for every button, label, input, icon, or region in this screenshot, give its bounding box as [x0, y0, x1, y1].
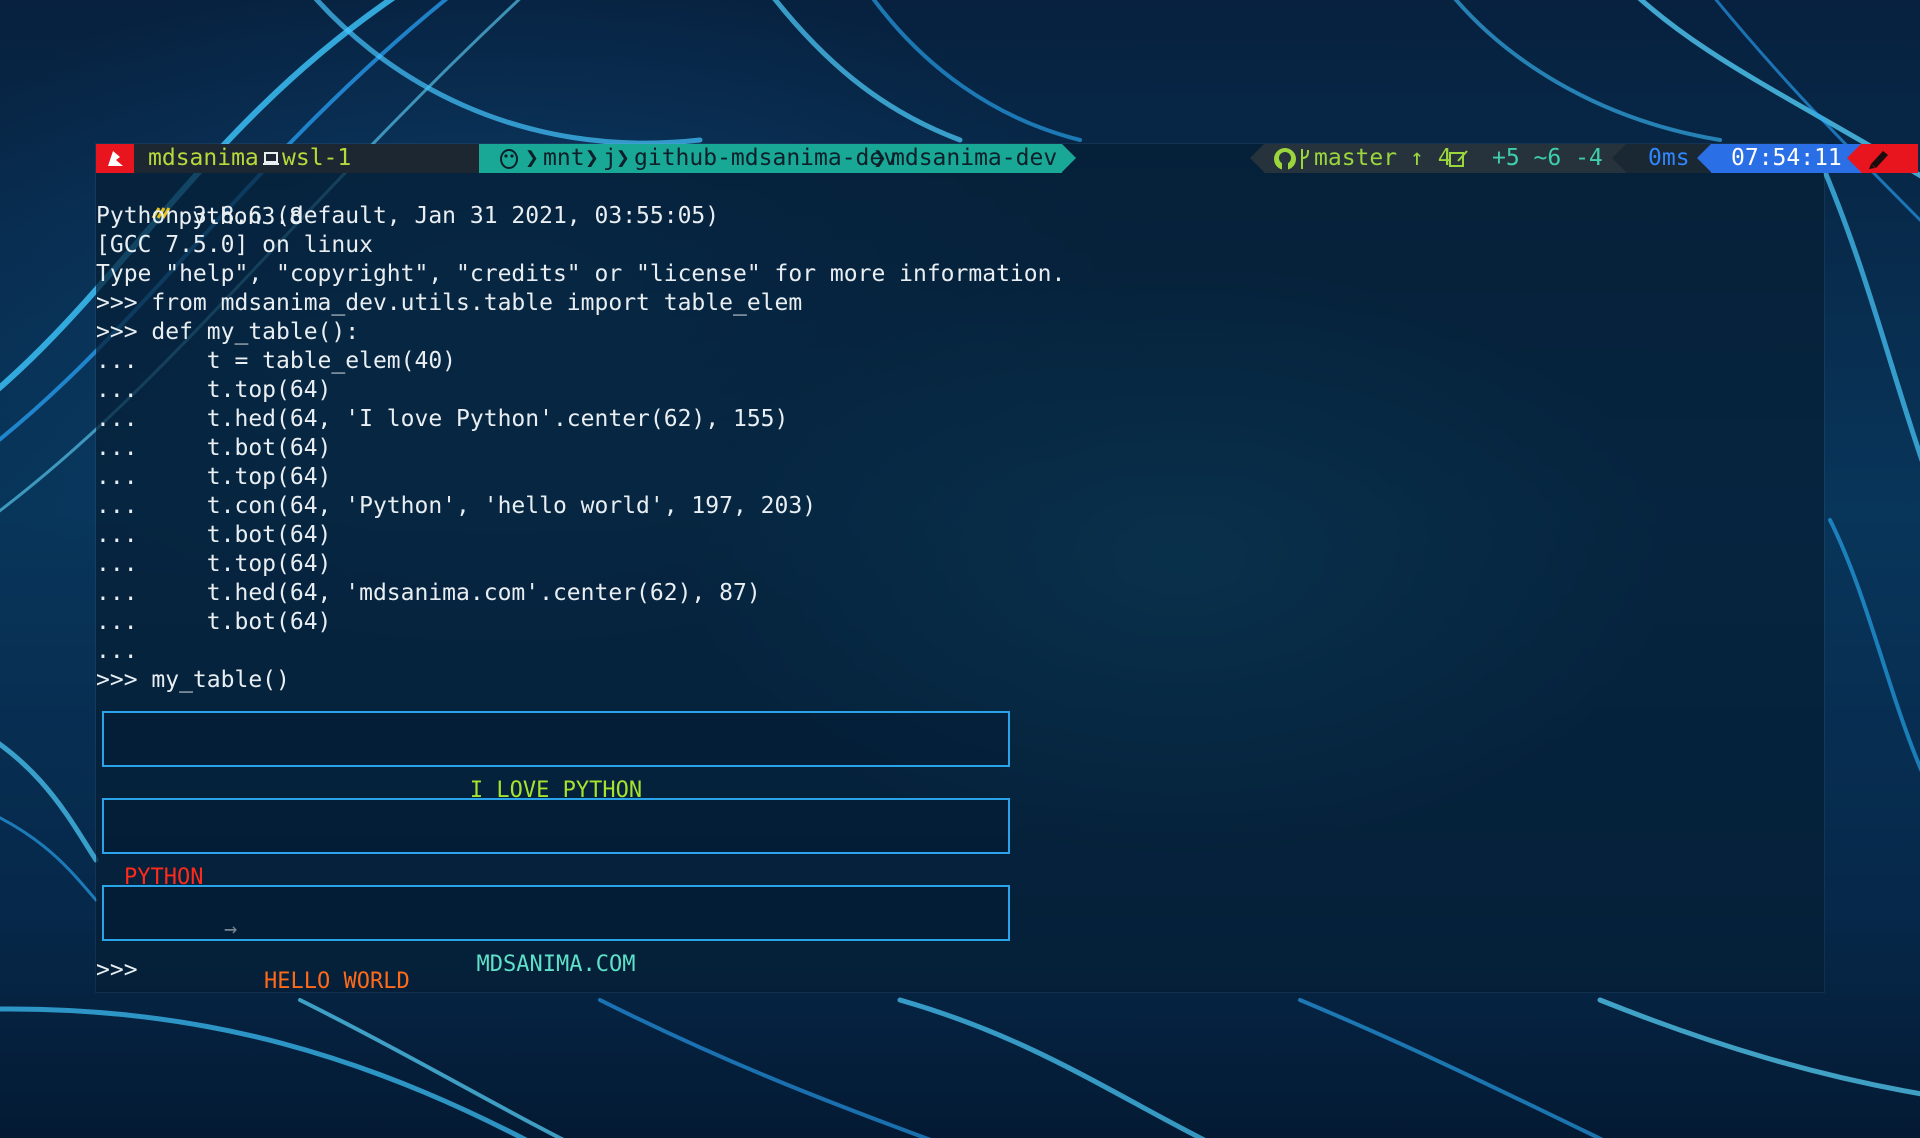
terminal-line: ... t.top(64) — [96, 464, 332, 490]
changes-count: +5 ~6 -4 — [1492, 145, 1603, 171]
terminal-line: >>> def my_table(): — [96, 319, 360, 345]
pen-icon — [1869, 151, 1888, 169]
ahead-count: ↑ 4 — [1410, 145, 1452, 171]
terminal-line: ... t.bot(64) — [96, 435, 332, 461]
terminal-line: ... t.top(64) — [96, 551, 332, 577]
edit-icon — [1448, 146, 1470, 180]
branch-icon — [1298, 146, 1312, 180]
github-icon — [1272, 146, 1298, 180]
path-segment[interactable]: ❯ mnt ❯ j ❯ github-mdsanima-dev ❯ mdsani… — [479, 144, 1062, 173]
path-sep: ❯ — [616, 145, 630, 171]
clock-segment: 07:54:11 — [1711, 144, 1861, 173]
terminal-line: python3.8 — [96, 173, 303, 230]
path-part-mnt[interactable]: mnt — [543, 144, 585, 173]
table-content-box: PYTHON → HELLO WORLD — [102, 798, 1010, 994]
clock-time: 07:54:11 — [1731, 145, 1842, 171]
end-segment — [1861, 144, 1918, 173]
table-footer-text: MDSANIMA.COM — [476, 952, 636, 977]
git-segment: master ↑ 4 +5 ~6 -4 — [1264, 144, 1626, 173]
terminal-line: [GCC 7.5.0] on linux — [96, 232, 373, 258]
path-part-repo[interactable]: github-mdsanima-dev — [634, 144, 897, 173]
terminal-line: >>> my_table() — [96, 667, 290, 693]
host-name: wsl-1 — [282, 145, 352, 171]
path-sep: ❯ — [873, 145, 887, 171]
root-icon — [108, 151, 123, 166]
terminal-line: ... t = table_elem(40) — [96, 348, 457, 374]
path-sep: ❯ — [585, 145, 599, 171]
user-name: mdsanima — [148, 145, 259, 171]
terminal-line: ... t.hed(64, 'mdsanima.com'.center(62),… — [96, 580, 761, 606]
prompt-bar: mdsanima wsl-1 ❯ mnt ❯ j ❯ github-mdsani… — [96, 144, 1918, 173]
terminal-line: Python 3.8.6 (default, Jan 31 2021, 03:5… — [96, 203, 720, 229]
terminal-line: ... t.bot(64) — [96, 609, 332, 635]
terminal-line: ... t.top(64) — [96, 377, 332, 403]
table-footer-box: MDSANIMA.COM — [102, 885, 1010, 977]
path-part-j[interactable]: j — [603, 144, 617, 173]
input-prompt[interactable]: >>> — [96, 956, 138, 985]
table-header-box: I LOVE PYTHON — [102, 711, 1010, 803]
terminal-line: ... t.bot(64) — [96, 522, 332, 548]
linux-icon — [497, 146, 521, 180]
terminal-line: ... t.con(64, 'Python', 'hello world', 1… — [96, 493, 817, 519]
terminal-line: >>> from mdsanima_dev.utils.table import… — [96, 290, 803, 316]
terminal-line: ... t.hed(64, 'I love Python'.center(62)… — [96, 406, 789, 432]
terminal-window[interactable]: mdsanima wsl-1 ❯ mnt ❯ j ❯ github-mdsani… — [96, 144, 1918, 994]
exec-time: 0ms — [1648, 145, 1690, 171]
path-sep: ❯ — [525, 145, 539, 171]
terminal-line: ... — [96, 638, 138, 664]
user-host-segment: mdsanima wsl-1 — [134, 144, 479, 173]
root-segment — [96, 144, 134, 173]
terminal-line: Type "help", "copyright", "credits" or "… — [96, 261, 1066, 287]
path-part-dir[interactable]: mdsanima-dev — [891, 144, 1057, 173]
branch-name: master — [1314, 145, 1398, 171]
